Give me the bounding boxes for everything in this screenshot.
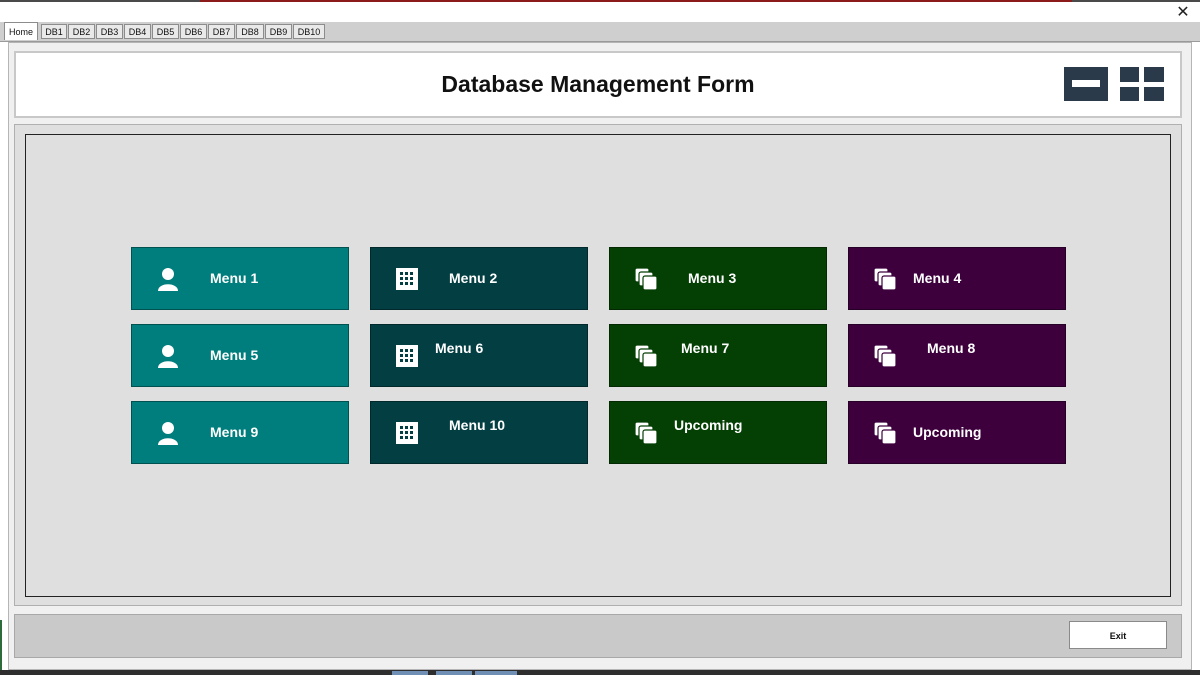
stacked-pages-icon [873,421,897,445]
tab-db5[interactable]: DB5 [152,24,179,39]
menu-tile-label: Menu 6 [435,340,484,356]
window-accent-line [200,0,1072,2]
taskbar-item[interactable] [436,671,472,675]
exit-button[interactable]: Exit [1069,621,1167,649]
table-grid-icon [396,268,418,290]
menu-tile-5[interactable]: Menu 5 [131,324,349,387]
menu-tile-label: Menu 7 [681,340,730,356]
close-icon[interactable]: ✕ [1174,4,1192,20]
user-icon [158,422,178,445]
menu-tile-8[interactable]: Menu 8 [848,324,1066,387]
tab-db7[interactable]: DB7 [208,24,235,39]
tab-db2[interactable]: DB2 [68,24,95,39]
form-header: Database Management Form [14,51,1182,118]
table-grid-icon [396,345,418,367]
stacked-pages-icon [873,344,897,368]
stacked-pages-icon [634,267,658,291]
stacked-pages-icon [873,267,897,291]
stacked-pages-icon [634,344,658,368]
page-title: Database Management Form [441,71,755,97]
background-edge [0,620,2,670]
grid-maximize-icon[interactable] [1120,67,1164,101]
user-icon [158,268,178,291]
tab-home[interactable]: Home [4,22,38,40]
menu-tile-upcoming-1[interactable]: Upcoming [609,401,827,464]
menu-tile-6[interactable]: Menu 6 [370,324,588,387]
menu-tile-9[interactable]: Menu 9 [131,401,349,464]
tab-db1[interactable]: DB1 [41,24,67,39]
user-icon [158,345,178,368]
tab-db6[interactable]: DB6 [180,24,207,39]
menu-tile-upcoming-2[interactable]: Upcoming [848,401,1066,464]
menu-tile-label: Menu 9 [210,424,259,440]
menu-tile-label: Menu 4 [913,270,962,286]
tab-db4[interactable]: DB4 [124,24,151,39]
menu-tile-label: Upcoming [674,417,743,433]
menu-tile-7[interactable]: Menu 7 [609,324,827,387]
menu-tile-label: Menu 3 [688,270,737,286]
tab-db10[interactable]: DB10 [293,24,325,39]
stacked-pages-icon [634,421,658,445]
menu-tile-label: Menu 1 [210,270,259,286]
menu-tile-label: Menu 8 [927,340,976,356]
menu-tile-label: Menu 10 [449,417,506,433]
window-top-edge [0,0,1200,2]
menu-tile-label: Menu 5 [210,347,259,363]
menu-tile-label: Menu 2 [449,270,498,286]
menu-tile-1[interactable]: Menu 1 [131,247,349,310]
menu-tile-4[interactable]: Menu 4 [848,247,1066,310]
tab-db3[interactable]: DB3 [96,24,123,39]
taskbar-item[interactable] [475,671,517,675]
minimize-icon[interactable] [1064,67,1108,101]
tab-db8[interactable]: DB8 [236,24,264,39]
tab-db9[interactable]: DB9 [265,24,292,39]
taskbar [0,670,1200,675]
tab-strip: Home DB1 DB2 DB3 DB4 DB5 DB6 DB7 DB8 DB9… [0,22,1200,42]
menu-tile-10[interactable]: Menu 10 [370,401,588,464]
menu-tile-label: Upcoming [913,424,982,440]
taskbar-item[interactable] [392,671,428,675]
menu-tile-3[interactable]: Menu 3 [609,247,827,310]
form-footer [14,614,1182,658]
table-grid-icon [396,422,418,444]
menu-tile-2[interactable]: Menu 2 [370,247,588,310]
